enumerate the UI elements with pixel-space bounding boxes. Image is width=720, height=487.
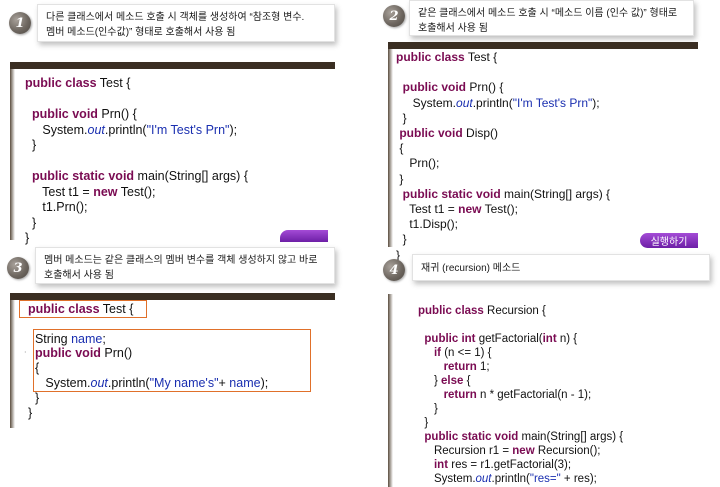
code-line: t1.Prn();	[25, 200, 88, 214]
code-line: Prn();	[396, 156, 440, 171]
code-line: }	[25, 231, 30, 245]
panel-4-note: 재귀 (recursion) 메소드	[412, 254, 710, 281]
code-line: if (n <= 1) {	[433, 347, 492, 359]
code-line: }	[25, 138, 37, 152]
code-line: public class Test {	[396, 50, 498, 64]
code-line: public static void main(String[] args) {	[402, 186, 611, 201]
code-line: }	[28, 390, 40, 405]
step-2-badge: 2	[383, 5, 405, 27]
panel-1-note-line-2: 멤버 메소드(인수값)” 형태로 호출해서 사용 됨	[46, 27, 236, 38]
code-line: public void Prn() {	[31, 107, 137, 121]
code-line: System.out.println("I'm Test's Prn");	[25, 122, 238, 137]
panel-1-note-line-1: 다른 클래스에서 메소드 호출 시 객체를 생성하여 “참조형 변수.	[46, 12, 305, 23]
code-line: Test t1 = new Test();	[25, 184, 156, 199]
code-line: public static void main(String[] args) {	[424, 431, 624, 443]
code-line: System.out.println("I'm Test's Prn");	[396, 95, 600, 110]
panel-2-note-line-1: 같은 클래스에서 메소드 호출 시 “메소드 이름 (인수 값)” 형태로	[418, 8, 678, 19]
code-line: {	[396, 141, 404, 156]
panel-2-note-line-2: 호출해서 사용 됨	[418, 23, 488, 34]
code-line: public class Test {	[25, 76, 131, 90]
code-line: }	[28, 405, 33, 420]
step-4-badge: 4	[383, 259, 405, 281]
code-line: }	[418, 403, 438, 415]
code-line: public void Prn() {	[402, 80, 504, 95]
code-line: public class Recursion {	[418, 305, 546, 317]
panel-1-code: public class Test { public void Prn() { …	[25, 76, 248, 247]
panel-2-note: 같은 클래스에서 메소드 호출 시 “메소드 이름 (인수 값)” 형태로 호출…	[409, 0, 694, 36]
code-line: System.out.println("res=" + res);	[418, 473, 597, 485]
panel-1-run-button-edge[interactable]	[280, 230, 328, 242]
bullet-dot: ·	[24, 348, 27, 357]
code-line: } else {	[418, 375, 471, 387]
panel-3-note: 멤버 메소드는 같은 클래스의 멤버 변수를 객체 생성하지 않고 바로 호출해…	[35, 247, 335, 284]
code-line: }	[396, 171, 404, 186]
panel-3-note-line-2: 호출해서 사용 됨	[44, 270, 114, 281]
code-line: int res = r1.getFactorial(3);	[433, 459, 572, 471]
code-line: }	[418, 417, 429, 429]
code-line: public void Disp()	[399, 126, 499, 141]
panel-1-note: 다른 클래스에서 메소드 호출 시 객체를 생성하여 “참조형 변수. 멤버 메…	[37, 4, 335, 42]
class-declaration-highlight	[19, 300, 147, 318]
code-line: }	[396, 110, 407, 125]
code-line: return 1;	[443, 361, 490, 373]
step-3-badge: 3	[7, 257, 29, 279]
code-line: return n * getFactorial(n - 1);	[443, 389, 592, 401]
code-line: public int getFactorial(int n) {	[424, 333, 578, 345]
panel-2-code: public class Test { public void Prn() { …	[396, 50, 610, 263]
code-line: }	[396, 232, 407, 247]
code-line: }	[25, 215, 37, 230]
panel-4-note-line-1: 재귀 (recursion) 메소드	[421, 263, 521, 274]
member-highlight	[33, 329, 311, 392]
run-button[interactable]: 실행하기	[640, 233, 698, 248]
step-1-badge: 1	[9, 12, 31, 34]
code-line: public static void main(String[] args) {	[31, 169, 248, 183]
code-line: Recursion r1 = new Recursion();	[418, 445, 601, 457]
code-line: Test t1 = new Test();	[396, 202, 518, 217]
panel-4-code: public class Recursion { public int getF…	[418, 304, 623, 487]
code-line: t1.Disp();	[396, 217, 459, 232]
panel-3-note-line-1: 멤버 메소드는 같은 클래스의 멤버 변수를 객체 생성하지 않고 바로	[44, 255, 318, 266]
